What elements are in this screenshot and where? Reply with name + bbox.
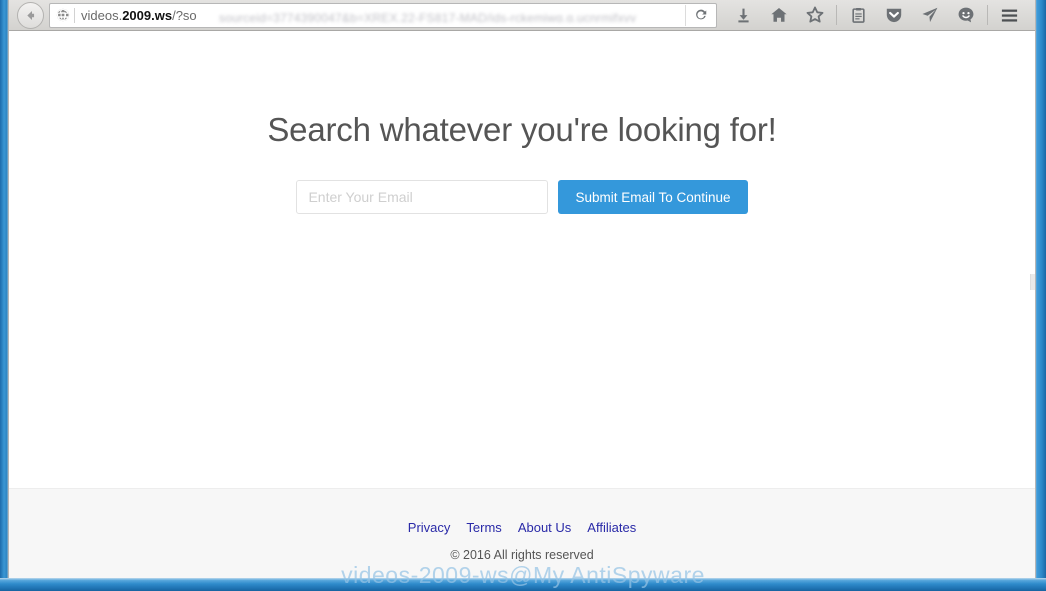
reload-icon	[696, 9, 707, 20]
bookmark-star-icon[interactable]	[797, 1, 833, 29]
send-tab-icon[interactable]	[912, 1, 948, 29]
browser-window: videos.2009.ws/?so sourceid=3774390047&b=…	[9, 0, 1035, 580]
footer-link-affiliates[interactable]: Affiliates	[587, 520, 636, 535]
back-arrow-icon	[27, 10, 35, 20]
window-frame-right-edge	[1034, 0, 1046, 591]
window-frame-bottom-edge	[0, 578, 1046, 591]
feedback-smiley-icon[interactable]	[948, 1, 984, 29]
reader-list-icon[interactable]	[840, 1, 876, 29]
window-frame-left-edge	[0, 0, 9, 591]
page-title: Search whatever you're looking for!	[267, 111, 777, 148]
url-bar[interactable]: videos.2009.ws/?so sourceid=3774390047&b=…	[49, 2, 717, 28]
toolbar-icon-group	[725, 1, 1027, 29]
url-text: videos.2009.ws/?so sourceid=3774390047&b=…	[81, 5, 685, 26]
url-bar-divider	[74, 7, 75, 23]
footer-link-terms[interactable]: Terms	[466, 520, 501, 535]
reload-button[interactable]	[685, 4, 716, 26]
downloads-icon[interactable]	[725, 1, 761, 29]
url-blurred-query: sourceid=3774390047&b=XREX.22-FS817-MAD/…	[219, 10, 637, 22]
back-button[interactable]	[17, 1, 44, 29]
home-icon[interactable]	[761, 1, 797, 29]
page-scrollbar[interactable]	[1030, 274, 1035, 290]
email-capture-form: Submit Email To Continue	[9, 180, 1035, 214]
footer-links: Privacy Terms About Us Affiliates	[9, 520, 1035, 535]
menu-icon[interactable]	[991, 1, 1027, 29]
copyright-text: © 2016 All rights reserved	[450, 548, 594, 562]
url-domain: 2009.ws	[122, 7, 173, 23]
desktop-background: videos.2009.ws/?so sourceid=3774390047&b=…	[0, 0, 1046, 591]
toolbar-divider	[836, 5, 837, 25]
submit-email-button[interactable]: Submit Email To Continue	[558, 180, 748, 214]
pocket-icon[interactable]	[876, 1, 912, 29]
browser-toolbar: videos.2009.ws/?so sourceid=3774390047&b=…	[9, 0, 1035, 31]
url-prefix: videos.	[81, 7, 123, 23]
url-path: /?so	[172, 7, 197, 23]
site-footer: Privacy Terms About Us Affiliates © 2016…	[9, 488, 1035, 580]
footer-link-privacy[interactable]: Privacy	[408, 520, 451, 535]
globe-icon[interactable]	[50, 8, 74, 22]
page-content: Search whatever you're looking for! Subm…	[9, 31, 1035, 580]
email-input[interactable]	[296, 180, 549, 214]
toolbar-divider-2	[987, 5, 988, 25]
footer-link-about-us[interactable]: About Us	[518, 520, 571, 535]
hero-section: Search whatever you're looking for! Subm…	[9, 31, 1035, 214]
